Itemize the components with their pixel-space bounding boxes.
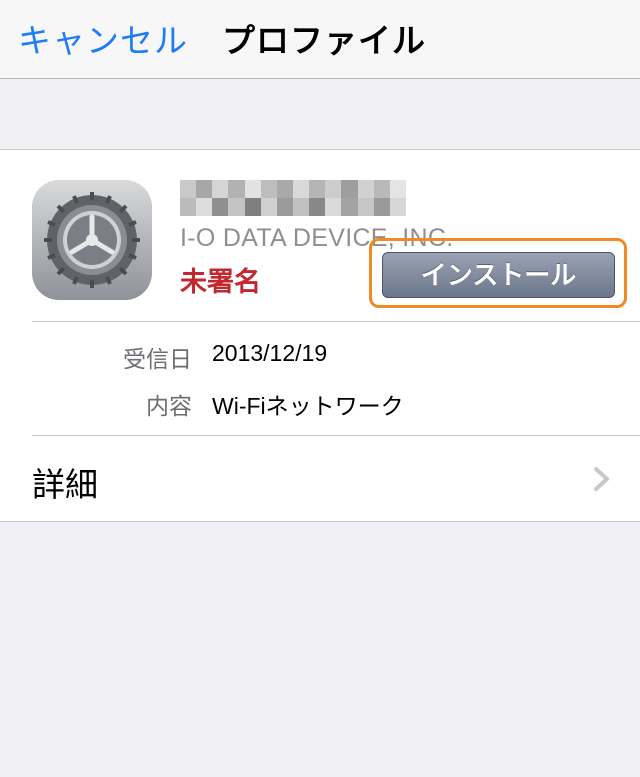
more-details-label: 詳細 bbox=[32, 465, 98, 504]
settings-gear-icon bbox=[32, 180, 152, 300]
navigation-bar: キャンセル プロファイル bbox=[0, 0, 640, 79]
content-value: Wi-Fiネットワーク bbox=[212, 393, 404, 419]
content-label: 内容 bbox=[146, 394, 192, 420]
received-date-value: 2013/12/19 bbox=[212, 340, 328, 366]
install-button[interactable]: インストール bbox=[382, 252, 615, 298]
chevron-right-icon bbox=[594, 467, 609, 491]
more-details-row[interactable]: 詳細 bbox=[0, 436, 640, 522]
page-title: プロファイル bbox=[222, 21, 426, 60]
blurred-profile-name bbox=[180, 180, 406, 216]
profile-panel: I-O DATA DEVICE, INC. 未署名 インストール 受信日 201… bbox=[0, 149, 640, 522]
signature-status: 未署名 bbox=[180, 267, 261, 298]
cancel-button[interactable]: キャンセル bbox=[18, 14, 188, 62]
divider bbox=[32, 321, 640, 322]
received-date-label: 受信日 bbox=[123, 347, 192, 373]
